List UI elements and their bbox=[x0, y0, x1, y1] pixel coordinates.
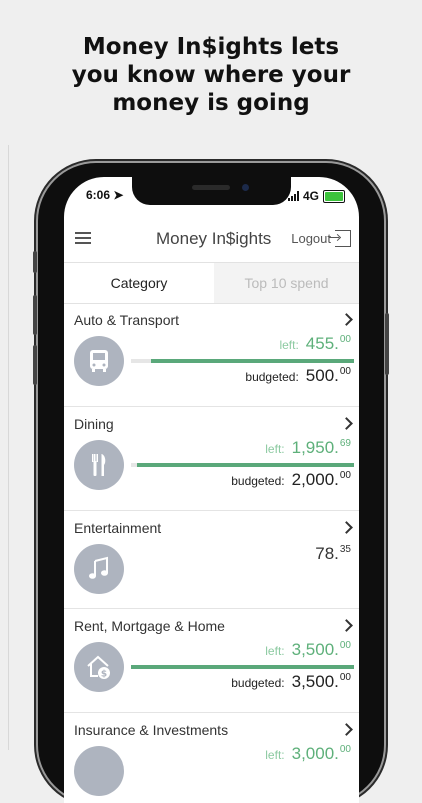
nav-bar: Money In$ights Logout bbox=[64, 216, 359, 263]
budgeted-value: 500. bbox=[305, 366, 339, 385]
budgeted-label: budgeted: bbox=[231, 474, 285, 488]
left-amount: left: 3,500. 00 bbox=[265, 640, 351, 660]
chevron-right-icon[interactable] bbox=[340, 723, 353, 736]
budgeted-amount: budgeted: 2,000. 00 bbox=[231, 470, 351, 490]
left-cents: 00 bbox=[339, 334, 351, 345]
budgeted-label: budgeted: bbox=[231, 676, 285, 690]
fork-knife-icon bbox=[74, 440, 124, 490]
left-value: 3,000. bbox=[291, 744, 339, 763]
headline-line-2: you know where your bbox=[71, 62, 351, 88]
status-time: 6:06 ➤ bbox=[86, 188, 124, 202]
category-row[interactable]: Rent, Mortgage & Home $ left: 3,500. 00 … bbox=[64, 609, 359, 713]
category-name: Insurance & Investments bbox=[74, 722, 229, 738]
spent-value: 78. bbox=[315, 544, 339, 563]
signal-icon bbox=[287, 191, 299, 201]
category-name: Auto & Transport bbox=[74, 312, 180, 328]
power-button bbox=[385, 313, 389, 375]
volume-up-button bbox=[33, 295, 37, 335]
app-title: Money In$ights bbox=[156, 229, 272, 248]
budgeted-value: 2,000. bbox=[291, 470, 339, 489]
headline-line-1: Money In$ights lets bbox=[82, 34, 340, 60]
status-indicators: 4G bbox=[287, 188, 345, 204]
left-value: 3,500. bbox=[291, 640, 339, 659]
bus-icon bbox=[74, 336, 124, 386]
divider bbox=[8, 145, 9, 750]
budget-progress-bar bbox=[131, 359, 354, 363]
left-amount: left: 1,950. 69 bbox=[265, 438, 351, 458]
left-value: 455. bbox=[305, 334, 339, 353]
left-cents: 69 bbox=[339, 438, 351, 449]
budgeted-cents: 00 bbox=[339, 470, 351, 481]
chevron-right-icon[interactable] bbox=[340, 521, 353, 534]
budgeted-amount: budgeted: 500. 00 bbox=[245, 366, 351, 386]
spent-amount: 78. 35 bbox=[315, 544, 351, 564]
left-amount: left: 455. 00 bbox=[279, 334, 351, 354]
category-name: Dining bbox=[74, 416, 114, 432]
tab-top-10-spend[interactable]: Top 10 spend bbox=[214, 263, 359, 303]
category-row[interactable]: Insurance & Investments left: 3,000. 00 bbox=[64, 713, 359, 803]
budgeted-cents: 00 bbox=[339, 366, 351, 377]
tab-bar: Category Top 10 spend bbox=[64, 263, 359, 304]
house-dollar-icon: $ bbox=[74, 642, 124, 692]
location-arrow-icon: ➤ bbox=[113, 188, 124, 202]
logout-icon bbox=[329, 230, 351, 247]
volume-down-button bbox=[33, 345, 37, 385]
spent-cents: 35 bbox=[339, 544, 351, 555]
phone-frame: 6:06 ➤ 4G Money In$ights Logout Category… bbox=[33, 163, 389, 803]
chevron-right-icon[interactable] bbox=[340, 619, 353, 632]
camera bbox=[242, 184, 249, 191]
app-screen: 6:06 ➤ 4G Money In$ights Logout Category… bbox=[64, 177, 359, 803]
budgeted-label: budgeted: bbox=[245, 370, 299, 384]
chevron-right-icon[interactable] bbox=[340, 313, 353, 326]
tab-category[interactable]: Category bbox=[64, 263, 214, 303]
budget-progress-bar bbox=[131, 665, 354, 669]
speaker bbox=[192, 185, 230, 190]
left-value: 1,950. bbox=[291, 438, 339, 457]
chevron-right-icon[interactable] bbox=[340, 417, 353, 430]
menu-icon[interactable] bbox=[75, 232, 91, 244]
budgeted-value: 3,500. bbox=[291, 672, 339, 691]
left-amount: left: 3,000. 00 bbox=[265, 744, 351, 764]
network-label: 4G bbox=[302, 189, 319, 203]
budgeted-cents: 00 bbox=[339, 672, 351, 683]
svg-text:$: $ bbox=[101, 670, 107, 680]
category-name: Entertainment bbox=[74, 520, 162, 536]
mute-switch bbox=[33, 251, 37, 273]
left-cents: 00 bbox=[339, 640, 351, 651]
logout-button[interactable]: Logout bbox=[291, 230, 351, 247]
left-label: left: bbox=[279, 338, 299, 352]
left-label: left: bbox=[265, 442, 285, 456]
left-label: left: bbox=[265, 748, 285, 762]
category-name: Rent, Mortgage & Home bbox=[74, 618, 225, 634]
left-label: left: bbox=[265, 644, 285, 658]
category-row[interactable]: Entertainment 78. 35 bbox=[64, 511, 359, 609]
category-row[interactable]: Auto & Transport left: 455. 00 budgeted:… bbox=[64, 303, 359, 407]
headline-line-3: money is going bbox=[112, 90, 310, 116]
music-note-icon bbox=[74, 544, 124, 594]
budget-progress-bar bbox=[131, 463, 354, 467]
category-row[interactable]: Dining left: 1,950. 69 budgeted: 2,000. … bbox=[64, 407, 359, 511]
headline: Money In$ights lets you know where your … bbox=[0, 33, 422, 117]
budgeted-amount: budgeted: 3,500. 00 bbox=[231, 672, 351, 692]
logout-label: Logout bbox=[291, 231, 331, 246]
notch bbox=[132, 177, 291, 205]
battery-icon bbox=[323, 189, 345, 203]
insurance-icon bbox=[74, 746, 124, 796]
